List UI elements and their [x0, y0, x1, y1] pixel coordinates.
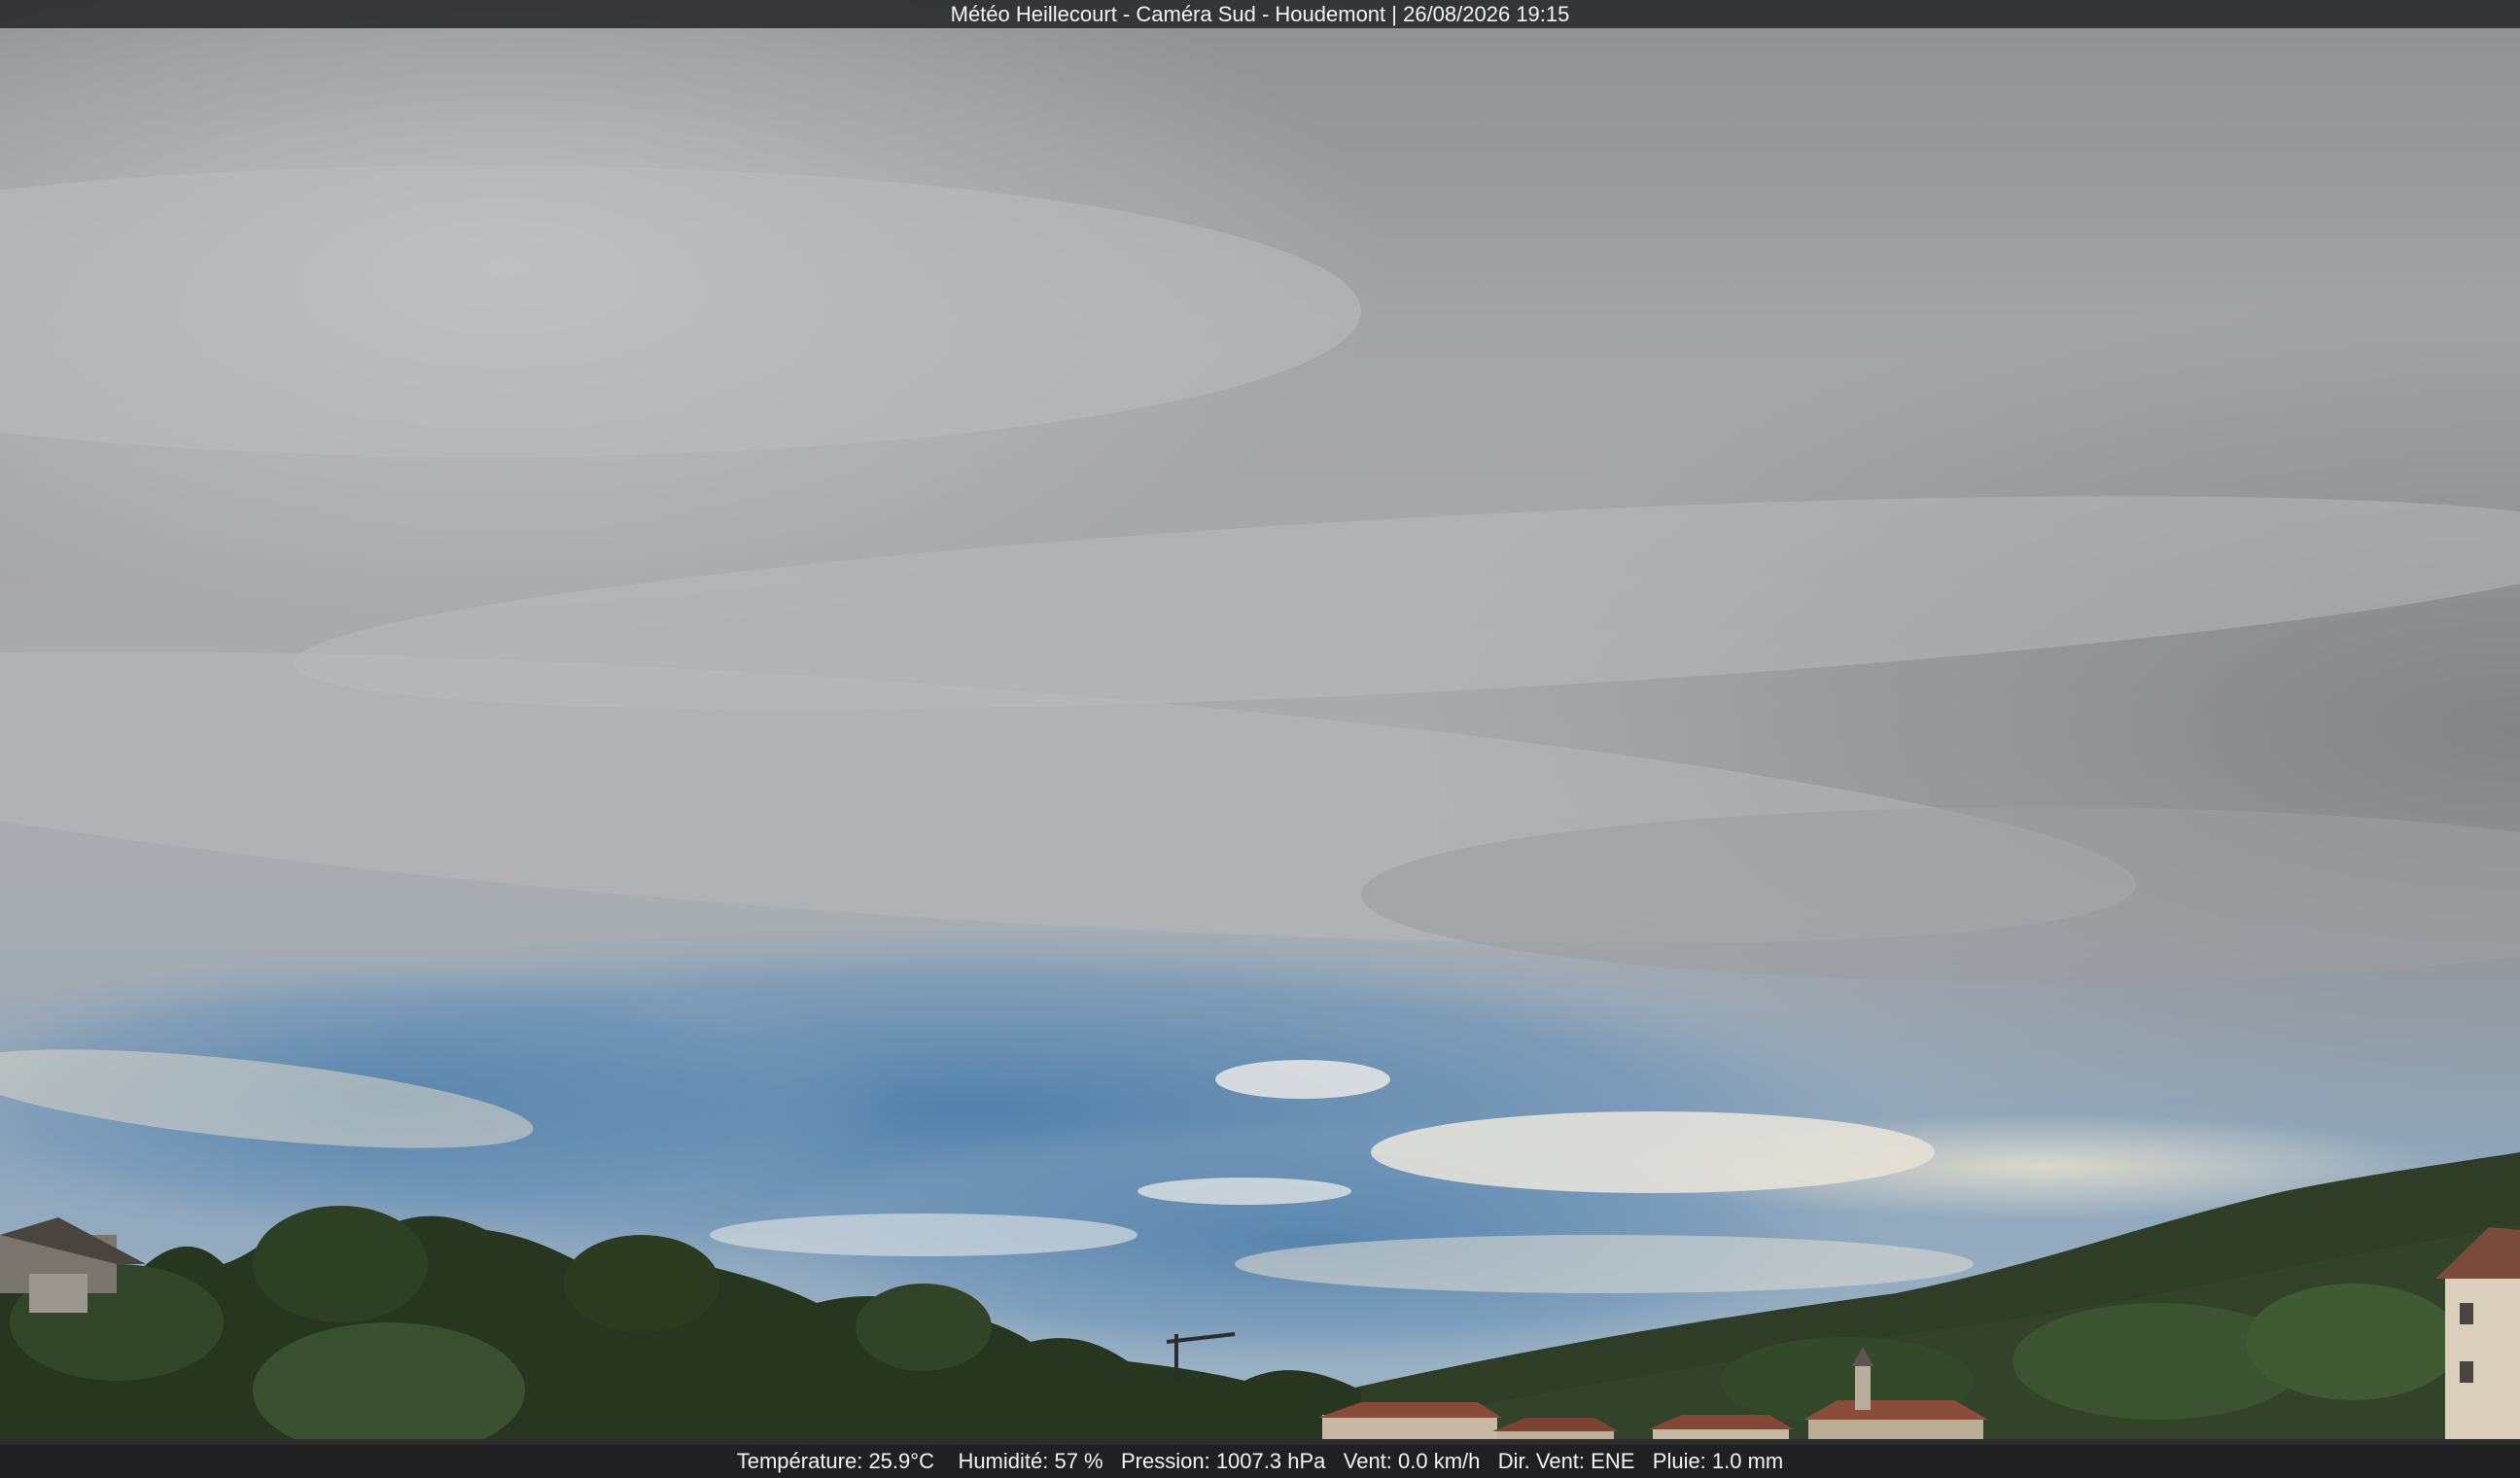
- wind-speed-readout: Vent: 0.0 km/h: [1343, 1449, 1481, 1473]
- white-cloud: [710, 1214, 1138, 1256]
- webcam-image: [0, 0, 2520, 1478]
- pressure-readout: Pression: 1007.3 hPa: [1121, 1449, 1326, 1473]
- tree: [564, 1235, 719, 1332]
- house: [29, 1274, 88, 1313]
- white-cloud: [1235, 1235, 1974, 1293]
- window: [2460, 1303, 2473, 1324]
- church-tower: [1855, 1366, 1871, 1410]
- rain-readout: Pluie: 1.0 mm: [1652, 1449, 1784, 1473]
- tree: [253, 1206, 428, 1322]
- tree: [253, 1322, 525, 1459]
- camera-title-overlay: Météo Heillecourt - Caméra Sud - Houdemo…: [0, 0, 2520, 28]
- weather-readout-overlay: Température: 25.9°C Humidité: 57 % Press…: [0, 1445, 2520, 1478]
- window: [2460, 1361, 2473, 1383]
- wind-direction-readout: Dir. Vent: ENE: [1497, 1449, 1635, 1473]
- white-cloud: [1215, 1060, 1390, 1099]
- tree: [2246, 1284, 2460, 1400]
- white-cloud: [1138, 1178, 1351, 1205]
- temperature-readout: Température: 25.9°C: [736, 1449, 934, 1473]
- tree: [856, 1284, 992, 1371]
- house: [2445, 1274, 2520, 1439]
- camera-title: Météo Heillecourt - Caméra Sud - Houdemo…: [950, 2, 1570, 26]
- webcam-frame: Météo Heillecourt - Caméra Sud - Houdemo…: [0, 0, 2520, 1478]
- humidity-readout: Humidité: 57 %: [958, 1449, 1103, 1473]
